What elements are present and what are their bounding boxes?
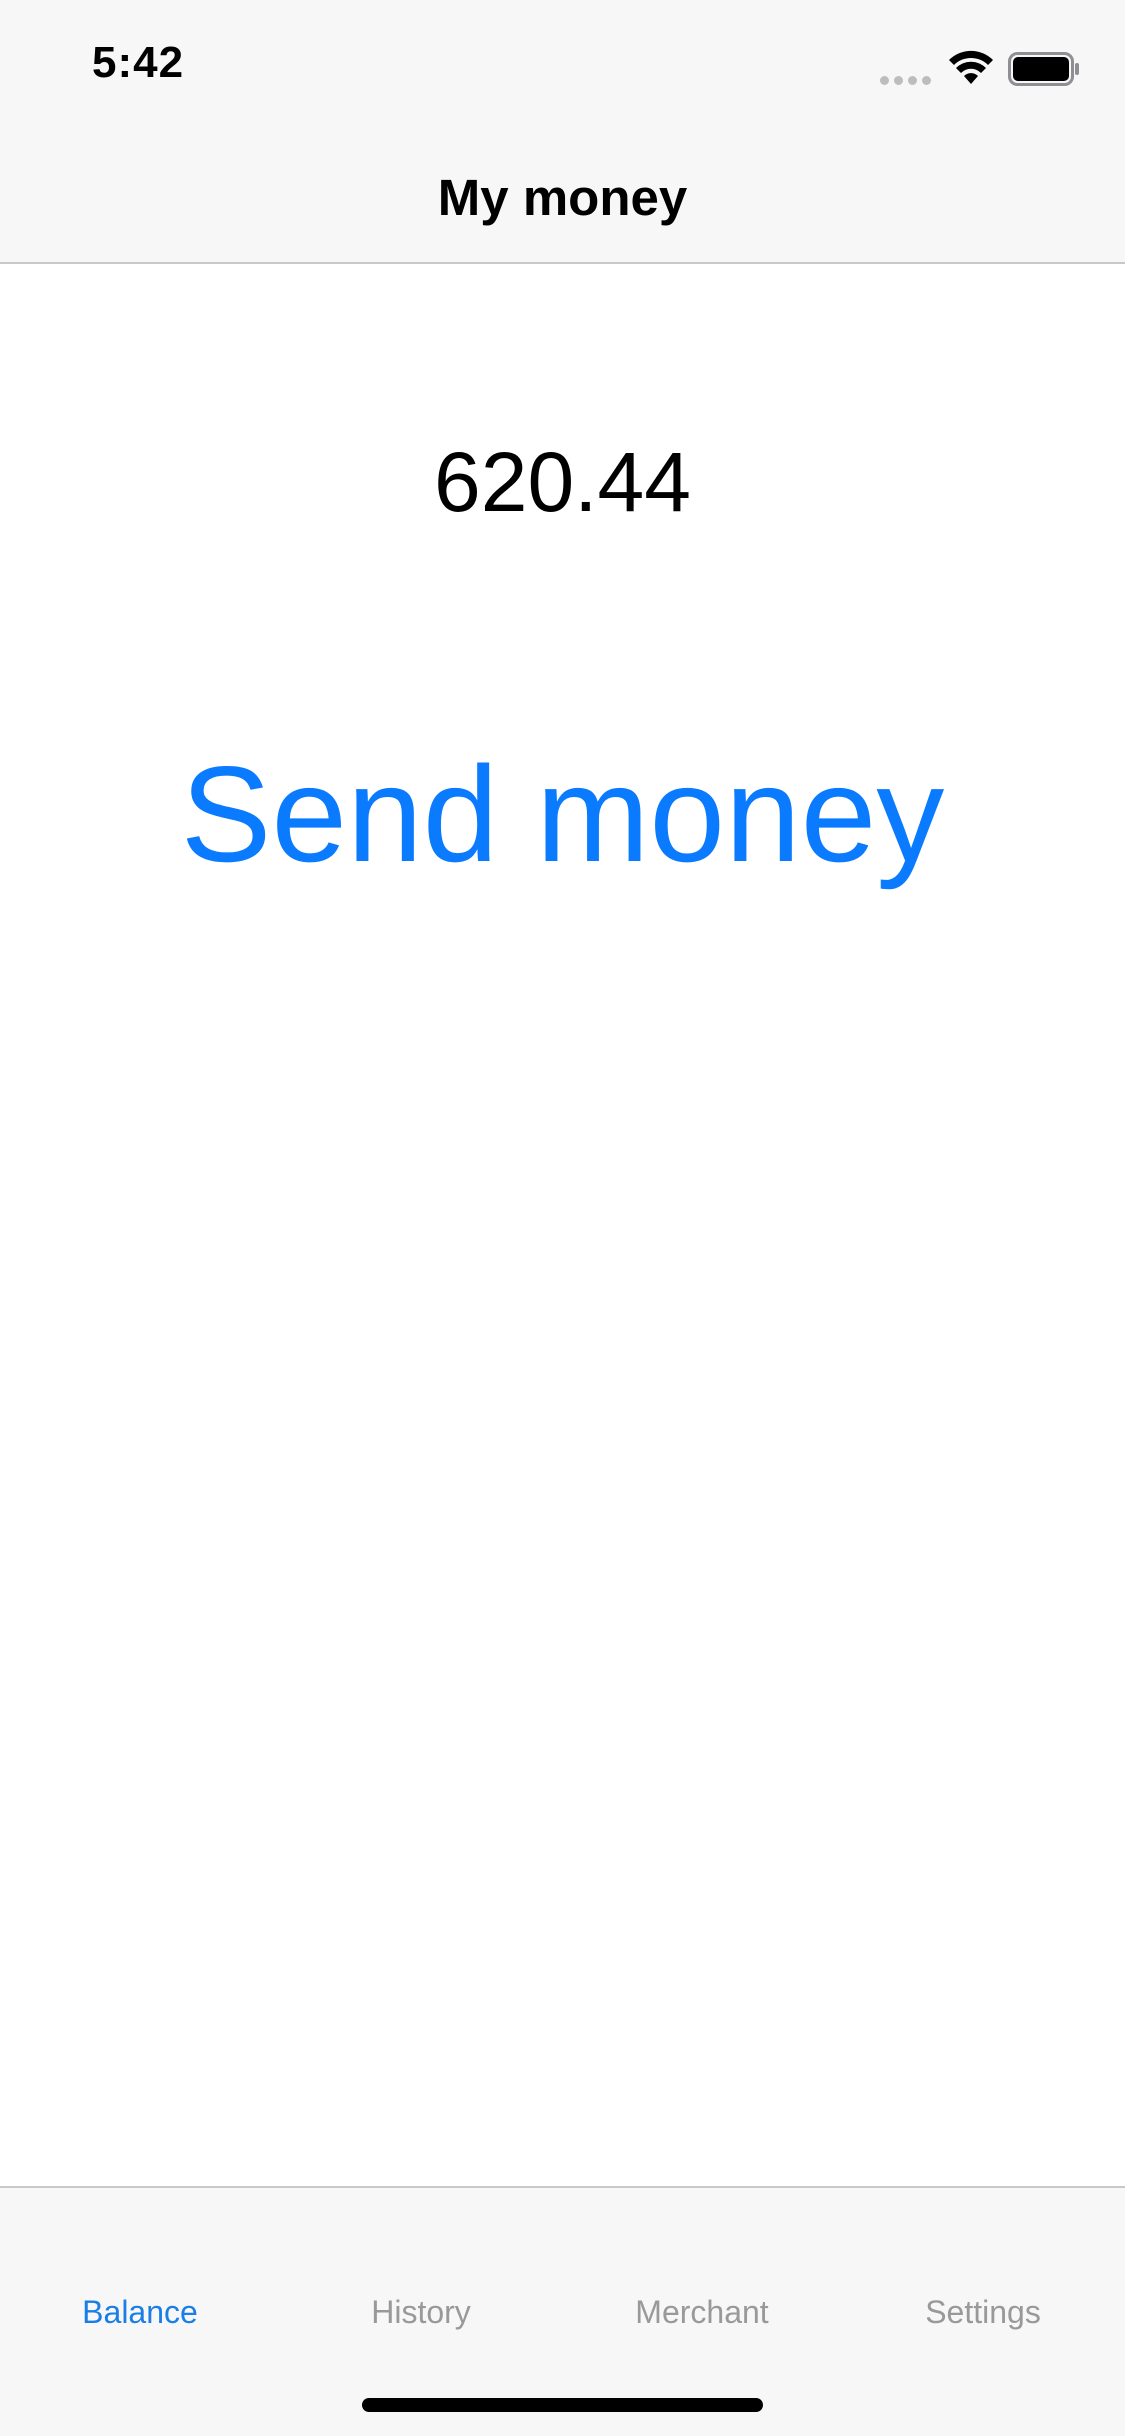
tab-balance[interactable]: Balance [0, 2294, 280, 2331]
top-bar: 5:42 My money [0, 0, 1125, 264]
status-time: 5:42 [92, 38, 185, 87]
wifi-icon [949, 50, 993, 84]
page-title: My money [437, 169, 688, 226]
tab-merchant[interactable]: Merchant [562, 2294, 842, 2331]
tab-history[interactable]: History [281, 2294, 561, 2331]
battery-icon [1008, 52, 1079, 86]
home-indicator[interactable] [362, 2398, 763, 2412]
balance-amount: 620.44 [434, 435, 691, 529]
send-money-button[interactable]: Send money [0, 739, 1125, 890]
cellular-signal-icon [880, 76, 931, 85]
tab-settings[interactable]: Settings [843, 2294, 1123, 2331]
